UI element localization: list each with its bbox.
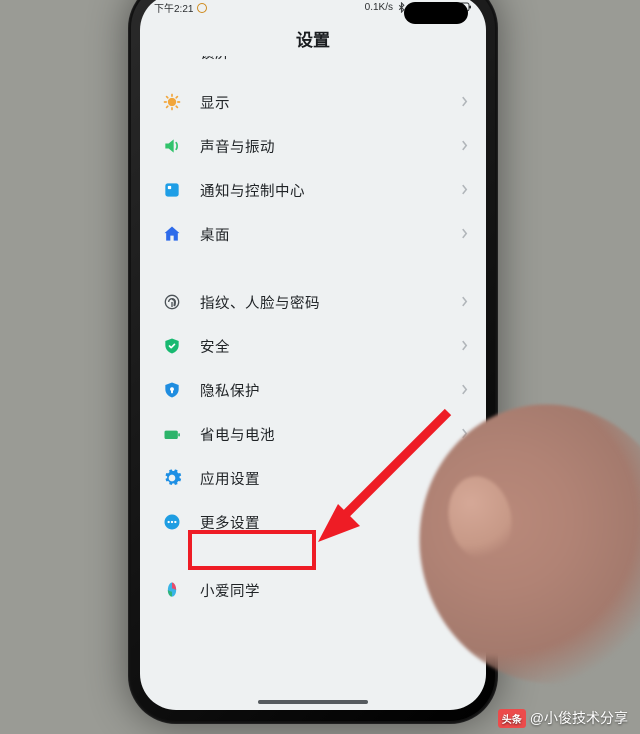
xiaoai-icon	[162, 580, 182, 600]
watermark: 头条 @小俊技术分享	[498, 708, 628, 728]
chevron-right-icon	[461, 139, 468, 154]
home-icon	[162, 224, 182, 244]
row-display[interactable]: 显示	[140, 80, 486, 124]
chevron-right-icon	[461, 295, 468, 310]
chevron-right-icon	[461, 95, 468, 110]
status-net-speed: 0.1K/s	[365, 2, 393, 13]
section-gap	[140, 256, 486, 280]
shield-icon	[162, 336, 182, 356]
row-privacy[interactable]: 隐私保护	[140, 368, 486, 412]
lockscreen-icon	[162, 56, 182, 60]
speaker-icon	[162, 136, 182, 156]
row-label: 声音与振动	[200, 136, 461, 157]
camera-cutout	[404, 2, 468, 24]
chevron-right-icon	[461, 56, 468, 57]
privacy-shield-icon	[162, 380, 182, 400]
row-label: 安全	[200, 336, 461, 357]
chevron-right-icon	[461, 227, 468, 242]
row-security[interactable]: 安全	[140, 324, 486, 368]
page-title: 设置	[140, 26, 486, 51]
settings-list[interactable]: 锁屏 显示 声音与振动 通知与控制中心 桌面	[140, 56, 486, 710]
row-label: 锁屏	[200, 56, 461, 63]
row-battery[interactable]: 省电与电池	[140, 412, 486, 456]
row-lockscreen[interactable]: 锁屏	[140, 56, 486, 80]
battery-save-icon	[162, 424, 182, 444]
row-label: 指纹、人脸与密码	[200, 292, 461, 313]
chevron-right-icon	[461, 427, 468, 442]
row-notifications[interactable]: 通知与控制中心	[140, 168, 486, 212]
row-sound[interactable]: 声音与振动	[140, 124, 486, 168]
chevron-right-icon	[461, 183, 468, 198]
gear-icon	[162, 468, 182, 488]
row-home[interactable]: 桌面	[140, 212, 486, 256]
chevron-right-icon	[461, 383, 468, 398]
chevron-right-icon	[461, 339, 468, 354]
fingerprint-icon	[162, 292, 182, 312]
chevron-right-icon	[461, 471, 468, 486]
watermark-text: @小俊技术分享	[530, 708, 628, 728]
row-label: 应用设置	[200, 468, 461, 489]
phone-screen: 下午2:21 0.1K/s 77	[140, 0, 486, 710]
row-apps[interactable]: 应用设置	[140, 456, 486, 500]
chevron-right-icon	[461, 583, 468, 598]
status-time: 下午2:21	[154, 0, 207, 15]
chevron-right-icon	[461, 515, 468, 530]
control-center-icon	[162, 180, 182, 200]
row-xiaoai[interactable]: 小爱同学	[140, 568, 486, 612]
row-label: 通知与控制中心	[200, 180, 461, 201]
row-label: 显示	[200, 92, 461, 113]
row-label: 隐私保护	[200, 380, 461, 401]
watermark-tag: 头条	[498, 709, 526, 728]
gesture-bar[interactable]	[258, 700, 368, 704]
row-label: 更多设置	[200, 512, 461, 533]
phone-frame: 下午2:21 0.1K/s 77	[128, 0, 498, 724]
row-label: 小爱同学	[200, 580, 461, 601]
sun-icon	[162, 92, 182, 112]
row-label: 省电与电池	[200, 424, 461, 445]
row-more-settings[interactable]: 更多设置	[140, 500, 486, 544]
row-biometrics[interactable]: 指纹、人脸与密码	[140, 280, 486, 324]
section-gap	[140, 544, 486, 568]
row-label: 桌面	[200, 224, 461, 245]
more-icon	[162, 512, 182, 532]
